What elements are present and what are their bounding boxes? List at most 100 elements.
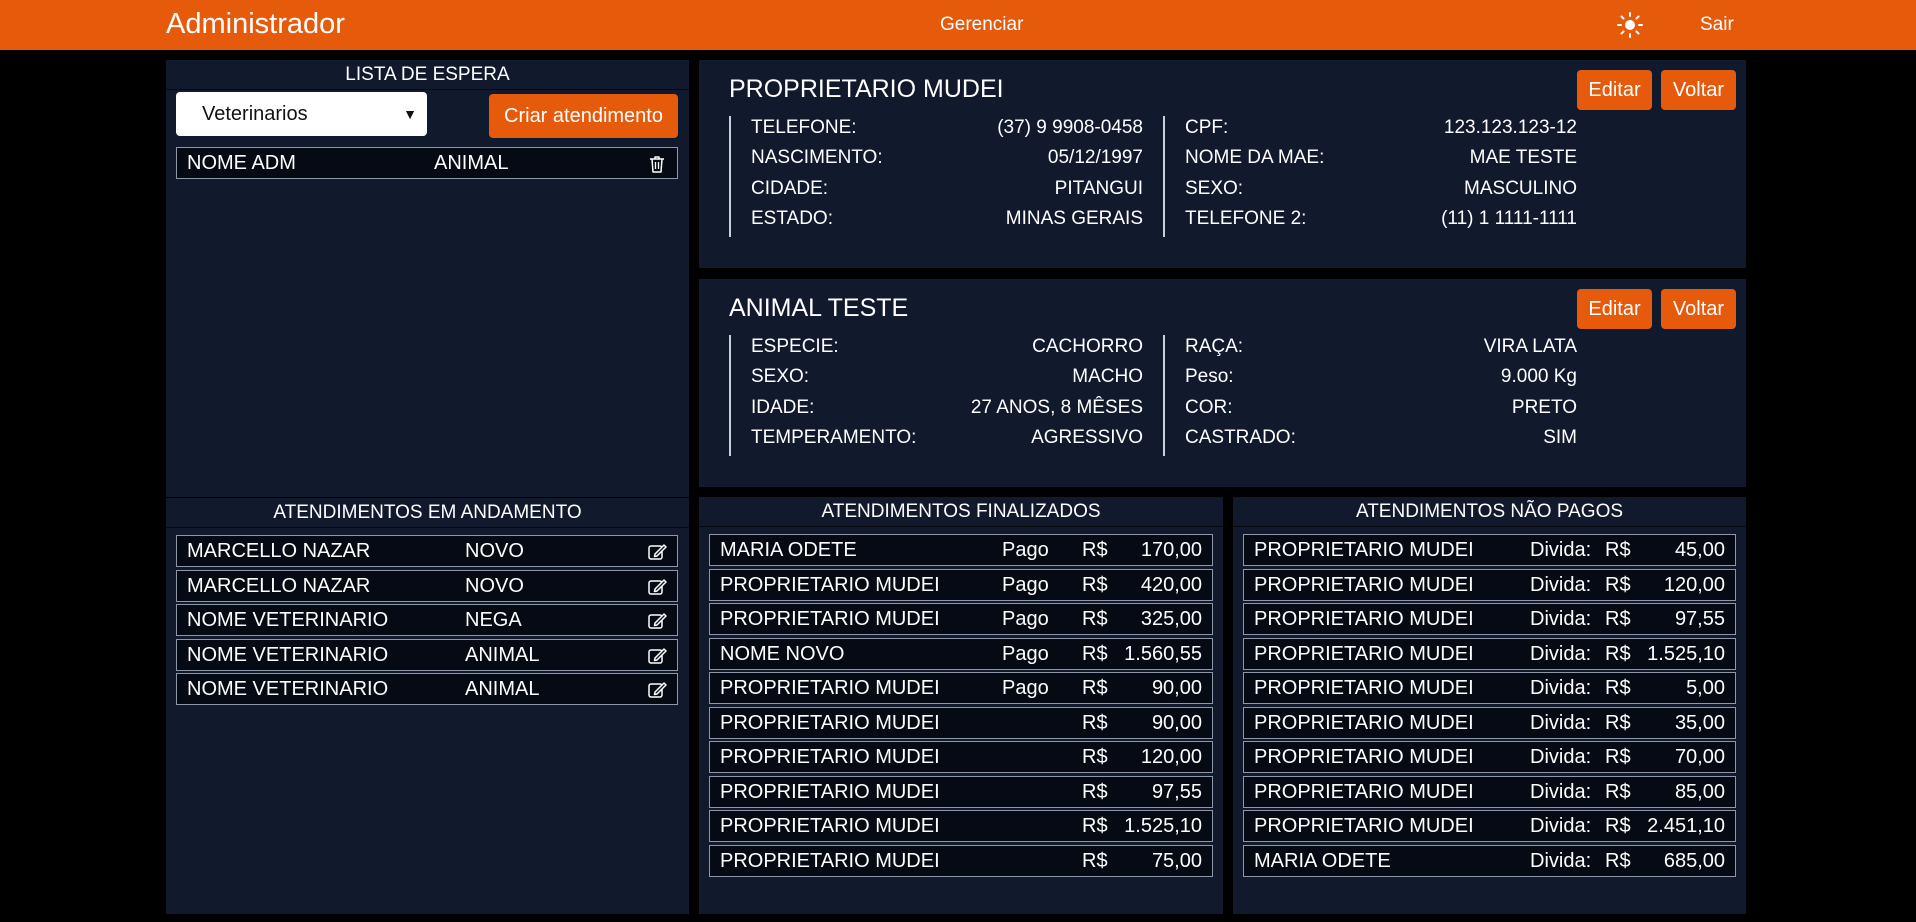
- field-value: MINAS GERAIS: [1005, 207, 1143, 229]
- row-amount: 5,00: [1686, 677, 1725, 699]
- field-value: PITANGUI: [1054, 177, 1143, 199]
- row-currency: R$: [1082, 711, 1108, 734]
- app-title: Administrador: [166, 8, 345, 40]
- row-animal: ANIMAL: [465, 643, 540, 666]
- edit-icon[interactable]: [647, 542, 667, 562]
- row-amount: 170,00: [1140, 539, 1202, 561]
- waiting-row[interactable]: NOME ADM ANIMAL: [176, 147, 678, 179]
- row-amount: 90,00: [1151, 677, 1202, 699]
- finished-row[interactable]: PROPRIETARIO MUDEI R$ 90,00: [709, 706, 1213, 739]
- progress-row[interactable]: NOME VETERINARIO ANIMAL: [176, 638, 678, 671]
- edit-icon[interactable]: [647, 680, 667, 700]
- field-label: RAÇA:: [1185, 336, 1244, 357]
- row-currency: R$: [1605, 539, 1631, 561]
- row-status: Pago: [1002, 539, 1049, 561]
- field-value: MAE TESTE: [1469, 147, 1577, 169]
- finished-row[interactable]: NOME NOVO Pago R$ 1.560,55: [709, 637, 1213, 670]
- row-currency: R$: [1082, 573, 1108, 596]
- unpaid-row[interactable]: PROPRIETARIO MUDEI Divida: R$ 120,00: [1243, 568, 1736, 601]
- field-label: CASTRADO:: [1185, 426, 1296, 448]
- field-value: CACHORRO: [1032, 336, 1143, 357]
- row-amount: 45,00: [1674, 539, 1725, 561]
- unpaid-row[interactable]: PROPRIETARIO MUDEI Divida: R$ 2.451,10: [1243, 810, 1736, 842]
- finished-row[interactable]: PROPRIETARIO MUDEI R$ 97,55: [709, 775, 1213, 808]
- progress-row[interactable]: MARCELLO NAZAR NOVO: [176, 535, 678, 567]
- field-label: Peso:: [1185, 366, 1234, 388]
- finished-row[interactable]: PROPRIETARIO MUDEI R$ 75,00: [709, 844, 1213, 877]
- row-debt-label: Divida:: [1530, 539, 1592, 561]
- edit-animal-button[interactable]: Editar: [1577, 289, 1652, 329]
- edit-icon[interactable]: [647, 577, 667, 597]
- divider: [729, 335, 731, 456]
- row-name: MARIA ODETE: [1254, 849, 1391, 872]
- row-currency: R$: [1605, 573, 1631, 596]
- edit-icon[interactable]: [647, 611, 667, 631]
- row-currency: R$: [1605, 746, 1631, 768]
- edit-owner-button[interactable]: Editar: [1577, 70, 1652, 110]
- row-name: PROPRIETARIO MUDEI: [1254, 539, 1474, 561]
- unpaid-row[interactable]: PROPRIETARIO MUDEI Divida: R$ 97,55: [1243, 603, 1736, 635]
- progress-row[interactable]: NOME VETERINARIO NEGA: [176, 604, 678, 636]
- finished-row[interactable]: PROPRIETARIO MUDEI R$ 120,00: [709, 741, 1213, 773]
- exit-link[interactable]: Sair: [1700, 14, 1734, 36]
- divider: [1163, 335, 1165, 456]
- row-debt-label: Divida:: [1530, 815, 1592, 837]
- row-status: Pago: [1002, 642, 1049, 665]
- field-label: CIDADE:: [751, 177, 829, 199]
- row-name: PROPRIETARIO MUDEI: [720, 780, 940, 803]
- sun-icon[interactable]: [1617, 12, 1643, 38]
- row-name: PROPRIETARIO MUDEI: [720, 849, 940, 872]
- edit-icon[interactable]: [647, 646, 667, 666]
- row-currency: R$: [1605, 642, 1631, 665]
- unpaid-row[interactable]: PROPRIETARIO MUDEI Divida: R$ 35,00: [1243, 706, 1736, 739]
- unpaid-row[interactable]: PROPRIETARIO MUDEI Divida: R$ 85,00: [1243, 775, 1736, 808]
- row-name: PROPRIETARIO MUDEI: [720, 746, 940, 768]
- row-currency: R$: [1082, 608, 1108, 630]
- unpaid-row[interactable]: PROPRIETARIO MUDEI Divida: R$ 5,00: [1243, 672, 1736, 704]
- row-name: MARCELLO NAZAR: [187, 574, 371, 597]
- row-name: NOME VETERINARIO: [187, 643, 389, 666]
- finished-row[interactable]: PROPRIETARIO MUDEI R$ 1.525,10: [709, 810, 1213, 842]
- back-animal-button[interactable]: Voltar: [1661, 289, 1736, 329]
- row-status: Pago: [1002, 573, 1049, 596]
- divider: [729, 116, 731, 237]
- row-name: NOME NOVO: [720, 642, 845, 665]
- create-appointment-button[interactable]: Criar atendimento: [489, 94, 678, 138]
- field-label: CPF:: [1185, 117, 1229, 138]
- row-debt-label: Divida:: [1530, 746, 1592, 768]
- row-amount: 120,00: [1663, 573, 1725, 596]
- progress-row[interactable]: NOME VETERINARIO ANIMAL: [176, 673, 678, 705]
- row-name: PROPRIETARIO MUDEI: [720, 608, 940, 630]
- row-amount: 90,00: [1151, 711, 1202, 734]
- finished-row[interactable]: MARIA ODETE Pago R$ 170,00: [709, 534, 1213, 566]
- field-value: VIRA LATA: [1483, 336, 1577, 357]
- row-status: Pago: [1002, 677, 1049, 699]
- row-currency: R$: [1605, 608, 1631, 630]
- animal-card: ANIMAL TESTE Editar Voltar ESPECIE: CACHO…: [699, 279, 1746, 487]
- trash-icon[interactable]: [647, 154, 667, 174]
- row-animal: NEGA: [465, 609, 522, 631]
- row-currency: R$: [1082, 642, 1108, 665]
- finished-row[interactable]: PROPRIETARIO MUDEI Pago R$ 90,00: [709, 672, 1213, 704]
- field-label: COR:: [1185, 396, 1233, 418]
- vet-select[interactable]: Veterinarios ▼: [176, 92, 427, 136]
- waiting-list-panel: LISTA DE ESPERA Veterinarios ▼ Criar ate…: [166, 60, 689, 497]
- row-currency: R$: [1605, 711, 1631, 734]
- unpaid-row[interactable]: PROPRIETARIO MUDEI Divida: R$ 45,00: [1243, 534, 1736, 566]
- row-status: Pago: [1002, 608, 1049, 630]
- finished-row[interactable]: PROPRIETARIO MUDEI Pago R$ 325,00: [709, 603, 1213, 635]
- field-value: 123.123.123-12: [1443, 117, 1577, 138]
- row-debt-label: Divida:: [1530, 573, 1592, 596]
- row-amount: 1.525,10: [1647, 642, 1725, 665]
- row-amount: 420,00: [1140, 573, 1202, 596]
- unpaid-row[interactable]: PROPRIETARIO MUDEI Divida: R$ 70,00: [1243, 741, 1736, 773]
- divider: [1163, 116, 1165, 237]
- progress-row[interactable]: MARCELLO NAZAR NOVO: [176, 569, 678, 602]
- unpaid-row[interactable]: PROPRIETARIO MUDEI Divida: R$ 1.525,10: [1243, 637, 1736, 670]
- row-currency: R$: [1082, 849, 1108, 872]
- unpaid-row[interactable]: MARIA ODETE Divida: R$ 685,00: [1243, 844, 1736, 877]
- back-owner-button[interactable]: Voltar: [1661, 70, 1736, 110]
- manage-link[interactable]: Gerenciar: [940, 14, 1023, 36]
- row-currency: R$: [1082, 539, 1108, 561]
- finished-row[interactable]: PROPRIETARIO MUDEI Pago R$ 420,00: [709, 568, 1213, 601]
